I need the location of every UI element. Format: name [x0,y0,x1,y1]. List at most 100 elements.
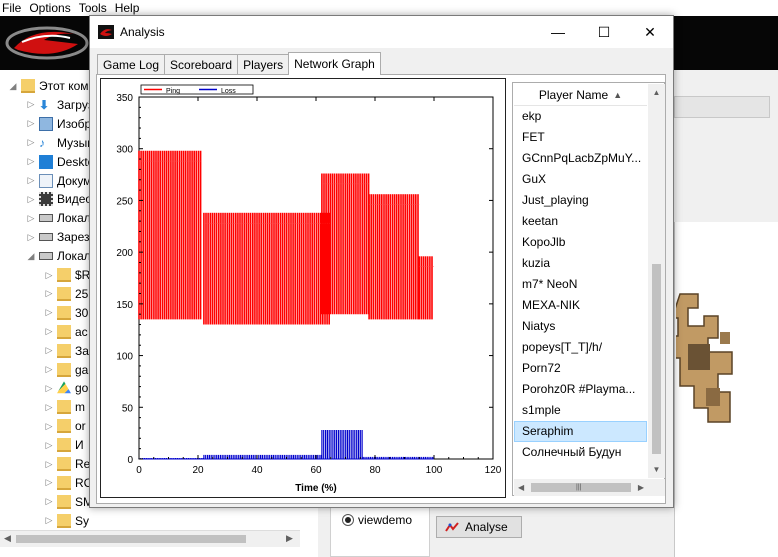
collapsed-arrow-icon[interactable]: ▷ [44,496,54,507]
tab-players[interactable]: Players [237,54,290,75]
y-tick-label: 250 [116,196,133,207]
tree-item[interactable]: ▷ Видео [26,189,92,209]
collapsed-arrow-icon[interactable]: ▷ [26,194,36,205]
dialog-title: Analysis [120,25,165,39]
collapsed-arrow-icon[interactable]: ▷ [26,118,36,129]
x-tick-label: 60 [310,465,322,476]
tree-item[interactable]: ▷ ga [44,360,88,380]
tree-item[interactable]: ▷ Re [44,454,90,474]
y-tick-label: 150 [116,300,133,311]
collapsed-arrow-icon[interactable]: ▷ [44,270,54,281]
menu-options[interactable]: Options [27,0,76,16]
collapsed-arrow-icon[interactable]: ▷ [44,345,54,356]
collapsed-arrow-icon[interactable]: ▷ [26,99,36,110]
tree-item-label: Sy [75,513,90,528]
app-logo-icon [5,26,89,60]
dialog-titlebar[interactable]: Analysis — ☐ ✕ [90,16,673,48]
expanded-arrow-icon[interactable]: ◢ [8,81,18,92]
collapsed-arrow-icon[interactable]: ▷ [26,175,36,186]
scroll-thumb[interactable] [16,535,246,543]
tree-item[interactable]: ▷ SM [44,492,93,512]
scroll-down-icon[interactable]: ▼ [648,461,665,478]
player-row[interactable]: MEXA-NIK [514,295,647,316]
tab-game-log[interactable]: Game Log [97,54,166,75]
collapsed-arrow-icon[interactable]: ▷ [44,515,54,526]
collapsed-arrow-icon[interactable]: ▷ [26,232,36,243]
vertical-scroll-thumb[interactable] [652,264,661,454]
tree-item[interactable]: ▷ or [44,416,86,436]
player-name-header-label: Player Name [538,87,609,102]
scroll-up-icon[interactable]: ▲ [648,84,665,101]
analysis-app-icon [98,25,114,39]
player-row[interactable]: Niatys [514,316,647,337]
tab-scoreboard[interactable]: Scoreboard [164,54,239,75]
player-row[interactable]: popeys[T_T]/h/ [514,337,647,358]
player-row[interactable]: GuX [514,169,647,190]
tree-item[interactable]: ▷ 25 [44,284,88,304]
collapsed-arrow-icon[interactable]: ▷ [44,459,54,470]
menu-tools[interactable]: Tools [77,0,113,16]
player-row[interactable]: m7* NeoN [514,274,647,295]
close-button[interactable]: ✕ [627,16,673,48]
viewdemo-radio[interactable] [342,514,354,526]
player-row[interactable]: Солнечный Будун [514,442,647,463]
legend-label: Loss [221,88,236,95]
tree-item[interactable]: ▷ ac [44,322,88,342]
player-row[interactable]: FET [514,127,647,148]
tab-network-graph[interactable]: Network Graph [288,52,381,75]
tree-item[interactable]: ▷ 30 [44,303,88,323]
analyse-icon [445,522,459,532]
collapsed-arrow-icon[interactable]: ▷ [44,364,54,375]
player-row[interactable]: Just_playing [514,190,647,211]
scroll-left-icon[interactable]: ◀ [518,479,524,496]
menu-file[interactable]: File [0,0,27,16]
minimize-button[interactable]: — [535,16,581,48]
tree-item[interactable]: ▷ go [44,378,88,398]
x-tick-label: 80 [369,465,381,476]
collapsed-arrow-icon[interactable]: ▷ [44,307,54,318]
menu-help[interactable]: Help [113,0,146,16]
maximize-icon: ☐ [597,23,611,40]
collapsed-arrow-icon[interactable]: ▷ [44,288,54,299]
y-tick-label: 200 [116,248,133,259]
x-tick-label: 100 [426,465,443,476]
collapsed-arrow-icon[interactable]: ▷ [44,440,54,451]
scroll-left-icon[interactable]: ◀ [4,533,11,544]
player-row[interactable]: Seraphim [514,421,647,442]
tree-horizontal-scrollbar[interactable]: ◀ ▶ [0,530,300,547]
player-row[interactable]: kuzia [514,253,647,274]
maximize-button[interactable]: ☐ [581,16,627,48]
collapsed-arrow-icon[interactable]: ▷ [26,213,36,224]
collapsed-arrow-icon[interactable]: ▷ [26,156,36,167]
collapsed-arrow-icon[interactable]: ▷ [44,421,54,432]
player-row[interactable]: ekp [514,106,647,127]
collapsed-arrow-icon[interactable]: ▷ [44,383,54,394]
tree-item[interactable]: ▷ $R [44,265,90,285]
collapsed-arrow-icon[interactable]: ▷ [44,402,54,413]
player-row[interactable]: Porohz0R #Playma... [514,379,647,400]
player-row[interactable]: Porn72 [514,358,647,379]
analyse-button[interactable]: Analyse [436,516,522,538]
collapsed-arrow-icon[interactable]: ▷ [44,326,54,337]
player-row[interactable]: s1mple [514,400,647,421]
tree-item[interactable]: ▷ RC [44,473,92,493]
player-row[interactable]: keetan [514,211,647,232]
music-icon: ♪ [39,135,45,150]
tree-item[interactable]: ▷ m [44,397,85,417]
player-list-vertical-scrollbar[interactable]: ▲ ▼ [648,84,665,478]
player-row[interactable]: GCnnPqLacbZpMuY... [514,148,647,169]
player-row[interactable]: KopoJlb [514,232,647,253]
expanded-arrow-icon[interactable]: ◢ [26,251,36,262]
collapsed-arrow-icon[interactable]: ▷ [44,477,54,488]
player-name-column-header[interactable]: Player Name ▲ [514,84,647,106]
tree-item[interactable]: ▷ И [44,435,84,455]
scroll-right-icon[interactable]: ▶ [286,533,293,544]
player-list-horizontal-scrollbar[interactable]: ◀ ||| ▶ [514,479,648,496]
tree-item[interactable]: ▷ За [44,341,89,361]
scroll-right-icon[interactable]: ▶ [638,479,644,496]
tree-item[interactable]: ▷ Sy [44,511,89,531]
right-side-field [674,96,770,118]
collapsed-arrow-icon[interactable]: ▷ [26,137,36,148]
network-graph-chart: 0 50 100 150 200 250 300 350 0 20 40 60 80 100 120 Time… [100,78,506,498]
tree-item-label: m [75,400,85,415]
